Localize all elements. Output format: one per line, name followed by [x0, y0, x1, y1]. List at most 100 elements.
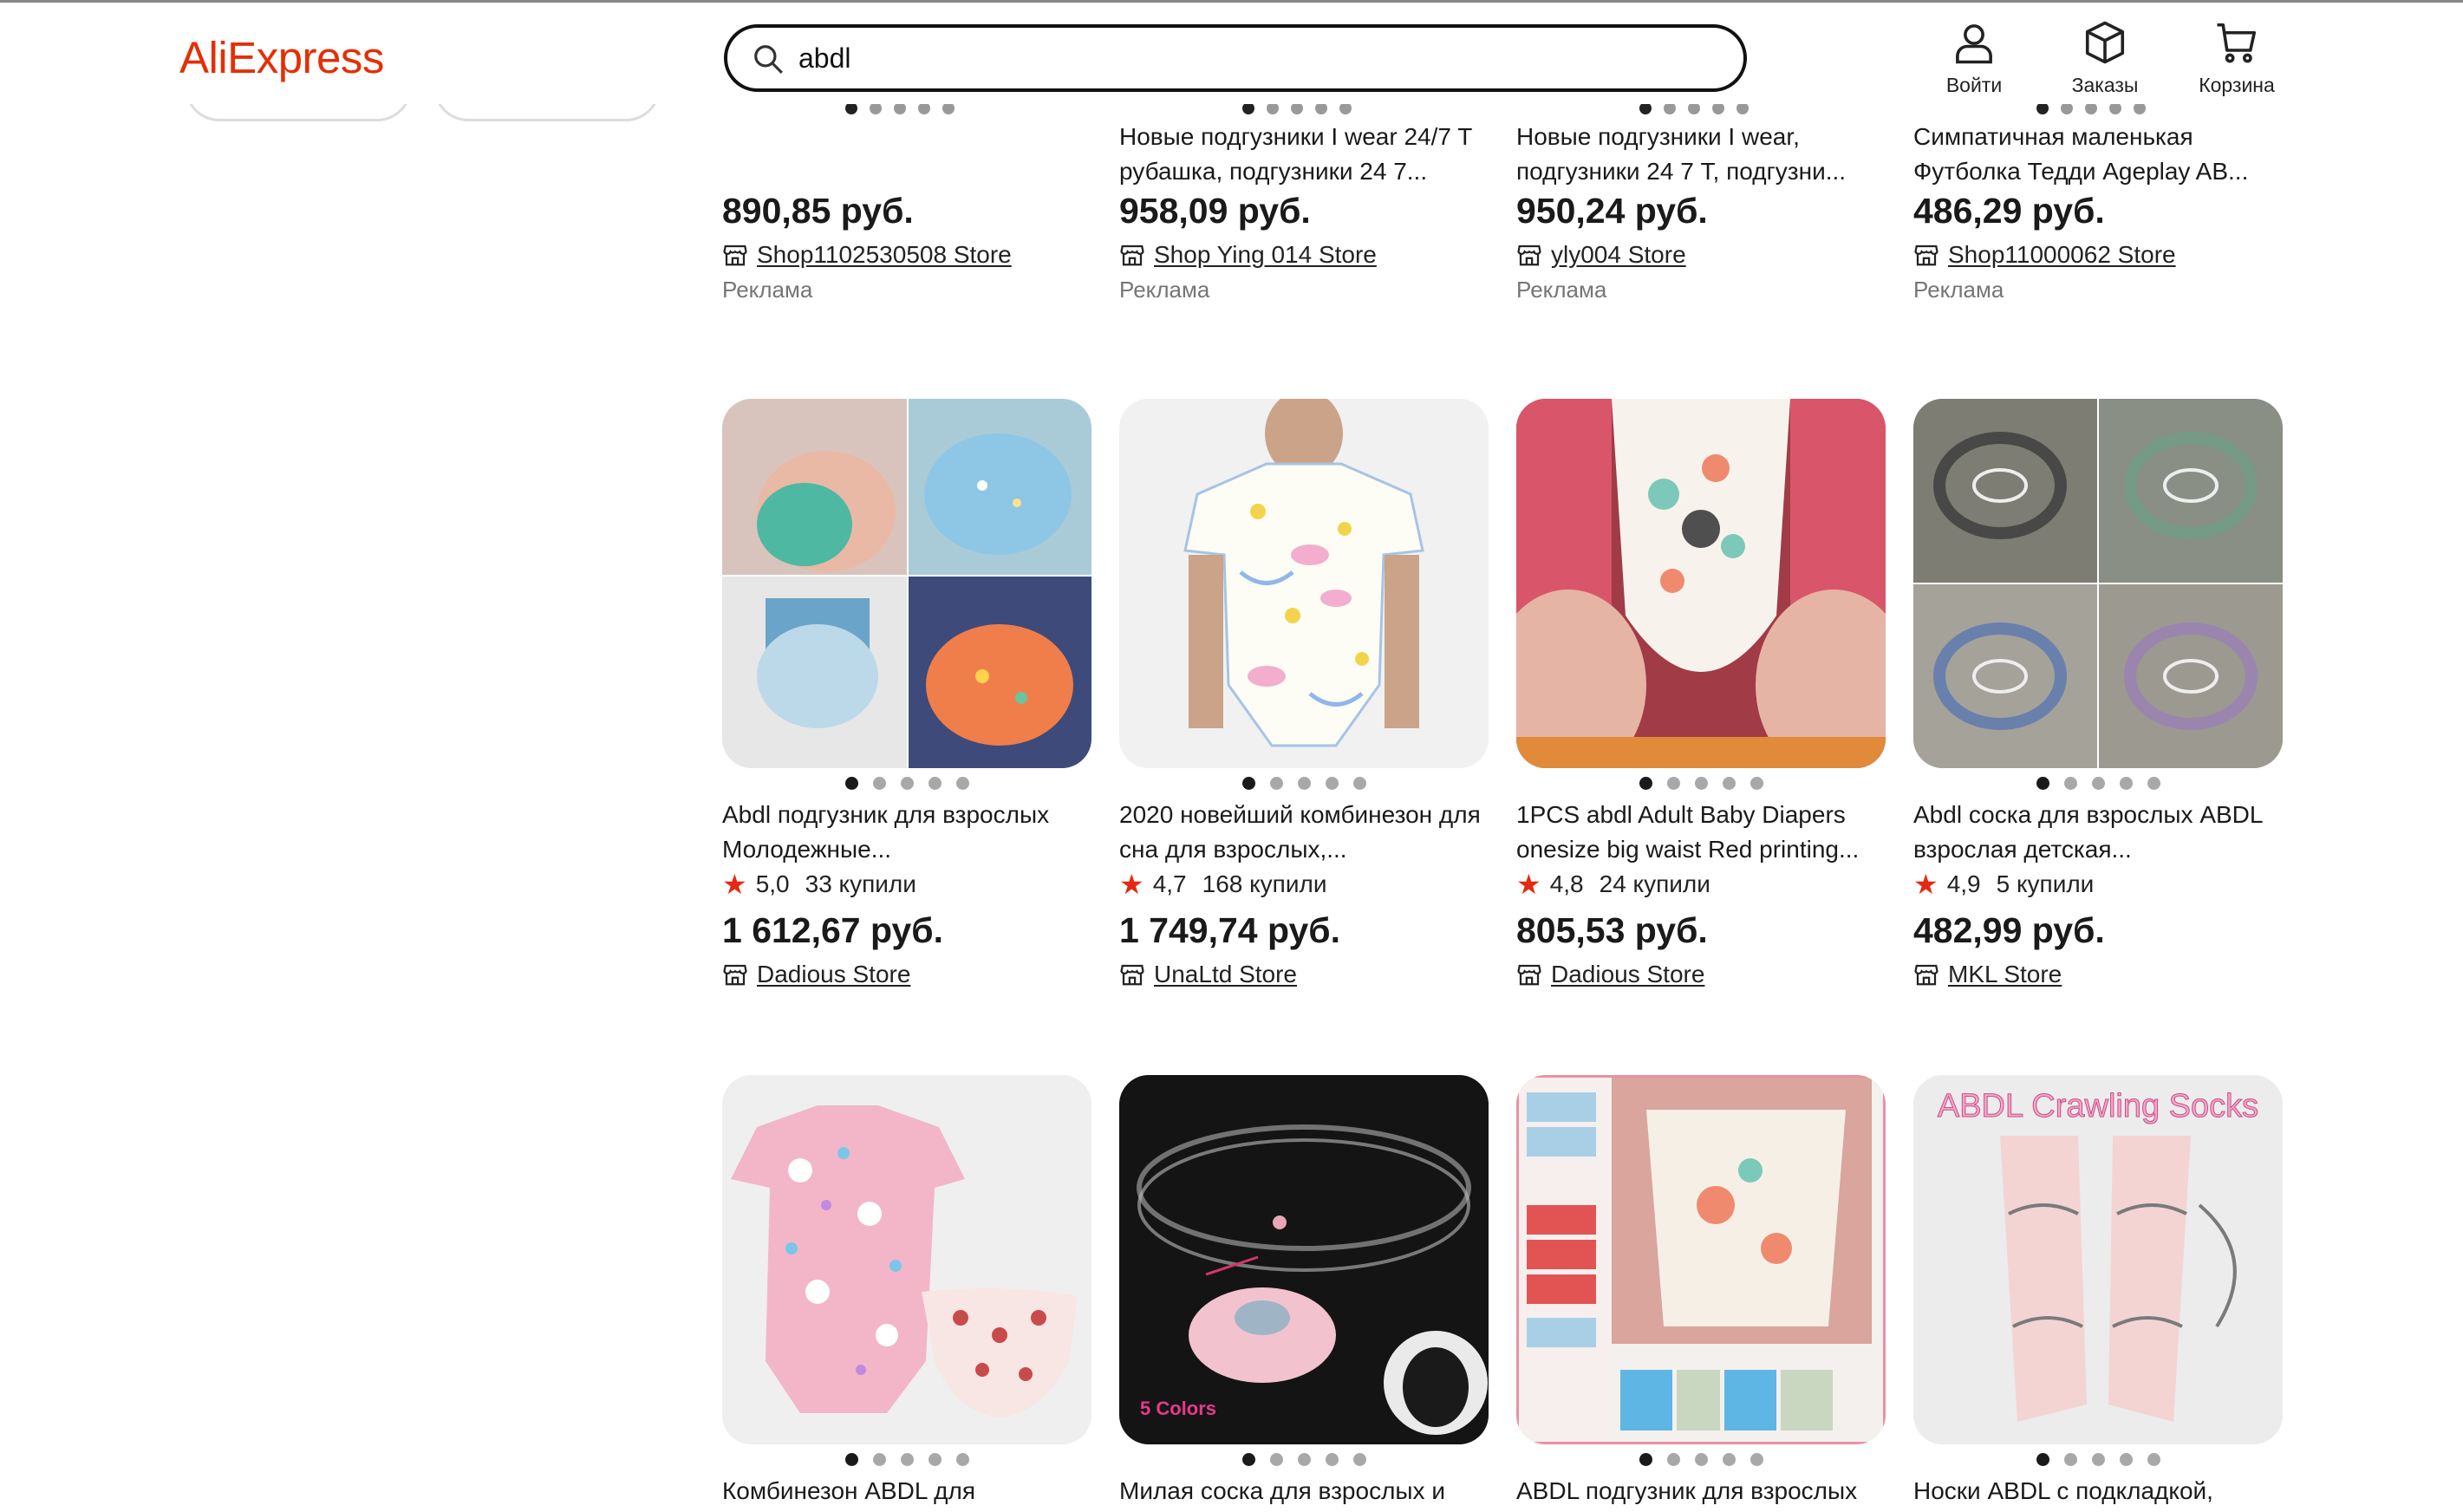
image-pagination: [845, 102, 955, 114]
store-icon: [1517, 964, 1541, 986]
product-price: 486,29 руб.: [1913, 191, 2105, 231]
store-name[interactable]: Dadious Store: [1551, 957, 1704, 992]
product-image[interactable]: [1516, 1075, 1886, 1444]
image-pagination[interactable]: [1913, 777, 2283, 791]
rating-value: 4,8: [1549, 870, 1584, 897]
product-image[interactable]: [1516, 399, 1886, 768]
store-link[interactable]: yly004 Store: [1516, 238, 1886, 272]
product-card[interactable]: ABDL подгузник для взрослых: [1516, 1075, 1886, 1512]
product-title[interactable]: Новые подгузники I wear 24/7 T рубашка, …: [1119, 120, 1489, 189]
product-title[interactable]: Комбинезон ABDL для: [722, 1474, 1091, 1512]
store-icon: [1120, 244, 1144, 266]
product-price: 482,99 руб.: [1913, 910, 2105, 950]
rating-value: 4,9: [1946, 870, 1981, 897]
store-name[interactable]: yly004 Store: [1551, 238, 1686, 272]
product-price: 1 612,67 руб.: [722, 910, 944, 950]
product-image[interactable]: [722, 399, 1091, 768]
product-title[interactable]: Носки ABDL с подкладкой,: [1913, 1474, 2283, 1512]
store-link[interactable]: Shop1102530508 Store: [722, 238, 1091, 272]
rating-row: ★ 5,0 33 купили: [722, 867, 1091, 902]
product-image[interactable]: [722, 1075, 1091, 1444]
product-card[interactable]: Новые подгузники I wear 24/7 T рубашка, …: [1119, 102, 1489, 307]
product-image[interactable]: [1119, 399, 1489, 768]
box-icon: [2085, 21, 2125, 64]
image-pagination[interactable]: [1516, 777, 1886, 791]
orders-label: Заказы: [2071, 74, 2139, 96]
rating-row: ★ 4,7 168 купили: [1119, 867, 1489, 902]
product-card[interactable]: 1PCS abdl Adult Baby Diapers onesize big…: [1516, 399, 1886, 992]
image-pagination[interactable]: [1119, 1453, 1489, 1467]
image-pagination: [1639, 102, 1749, 114]
store-name[interactable]: Shop1102530508 Store: [757, 238, 1012, 272]
product-price: 805,53 руб.: [1516, 910, 1708, 950]
product-image[interactable]: [1913, 399, 2283, 768]
product-title[interactable]: Симпатичная маленькая Футболка Тедди Age…: [1913, 120, 2283, 189]
orders-button[interactable]: Заказы: [2057, 18, 2153, 97]
product-card[interactable]: 890,85 руб. Shop1102530508 Store Реклама: [722, 102, 1091, 307]
product-card[interactable]: ABDL Crawling Socks Носки ABDL с подклад…: [1913, 1075, 2283, 1512]
product-card[interactable]: Симпатичная маленькая Футболка Тедди Age…: [1913, 102, 2283, 307]
store-name[interactable]: Shop11000062 Store: [1948, 238, 2176, 272]
store-name[interactable]: Shop Ying 014 Store: [1154, 238, 1377, 272]
image-pagination[interactable]: [722, 777, 1091, 791]
star-icon: ★: [1913, 869, 1938, 900]
store-link[interactable]: Shop11000062 Store: [1913, 238, 2283, 272]
store-name[interactable]: Dadious Store: [757, 957, 910, 992]
product-title[interactable]: 2020 новейший комбинезон для сна для взр…: [1119, 798, 1489, 867]
cart-icon: [2217, 23, 2257, 63]
image-pagination[interactable]: [1913, 1453, 2283, 1467]
product-price: 1 749,74 руб.: [1119, 910, 1341, 950]
ad-label: Реклама: [1119, 277, 1210, 303]
store-link[interactable]: Dadious Store: [1516, 957, 1886, 992]
store-icon: [1914, 964, 1938, 986]
aliexpress-logo[interactable]: AliExpress: [179, 32, 384, 83]
search-input[interactable]: [798, 36, 1709, 80]
star-icon: ★: [1516, 869, 1541, 900]
product-title[interactable]: Abdl соска для взрослых ABDL взрослая де…: [1913, 798, 2283, 867]
ad-label: Реклама: [722, 277, 813, 303]
image-pagination[interactable]: [1119, 777, 1489, 791]
product-title[interactable]: Abdl подгузник для взрослых Молодежные..…: [722, 798, 1091, 867]
product-title[interactable]: Милая соска для взрослых и: [1119, 1474, 1489, 1512]
store-link[interactable]: MKL Store: [1913, 957, 2283, 992]
product-price: 890,85 руб.: [722, 191, 914, 231]
product-card[interactable]: Новые подгузники I wear, подгузники 24 7…: [1516, 102, 1886, 307]
product-card[interactable]: Abdl подгузник для взрослых Молодежные..…: [722, 399, 1091, 992]
product-card[interactable]: 2020 новейший комбинезон для сна для взр…: [1119, 399, 1489, 992]
store-link[interactable]: UnaLtd Store: [1119, 957, 1489, 992]
product-image[interactable]: 5 Colors: [1119, 1075, 1489, 1444]
product-title[interactable]: Новые подгузники I wear, подгузники 24 7…: [1516, 120, 1886, 189]
login-button[interactable]: Войти: [1926, 18, 2022, 97]
image-pagination: [1242, 102, 1352, 114]
ad-label: Реклама: [1913, 277, 2004, 303]
store-name[interactable]: MKL Store: [1948, 957, 2062, 992]
site-header: AliExpress Войти Заказы Корзина: [0, 3, 2463, 104]
product-title[interactable]: 1PCS abdl Adult Baby Diapers onesize big…: [1516, 798, 1886, 867]
store-icon: [1914, 244, 1938, 266]
product-price: 958,09 руб.: [1119, 191, 1311, 231]
cart-label: Корзина: [2199, 74, 2275, 96]
purchase-count: 5 купили: [1996, 870, 2095, 897]
login-label: Войти: [1945, 74, 2003, 96]
product-card[interactable]: Abdl соска для взрослых ABDL взрослая де…: [1913, 399, 2283, 992]
purchase-count: 33 купили: [805, 870, 916, 897]
product-title[interactable]: ABDL подгузник для взрослых: [1516, 1474, 1886, 1512]
image-pagination[interactable]: [1516, 1453, 1886, 1467]
store-icon: [1120, 964, 1144, 986]
search-bar[interactable]: [724, 24, 1747, 92]
rating-row: ★ 4,8 24 купили: [1516, 867, 1886, 902]
purchase-count: 168 купили: [1202, 870, 1327, 897]
image-pagination[interactable]: [722, 1453, 1091, 1467]
image-caption: ABDL Crawling Socks: [1938, 1088, 2258, 1124]
cart-button[interactable]: Корзина: [2189, 18, 2284, 97]
store-name[interactable]: UnaLtd Store: [1154, 957, 1297, 992]
star-icon: ★: [722, 869, 747, 900]
search-icon[interactable]: [752, 42, 785, 75]
product-image[interactable]: ABDL Crawling Socks: [1913, 1075, 2283, 1444]
product-card[interactable]: 5 Colors Милая соска для взрослых и: [1119, 1075, 1489, 1512]
store-link[interactable]: Shop Ying 014 Store: [1119, 238, 1489, 272]
store-link[interactable]: Dadious Store: [722, 957, 1091, 992]
product-card[interactable]: Комбинезон ABDL для: [722, 1075, 1091, 1512]
rating-value: 4,7: [1152, 870, 1187, 897]
product-title[interactable]: [722, 120, 1091, 189]
